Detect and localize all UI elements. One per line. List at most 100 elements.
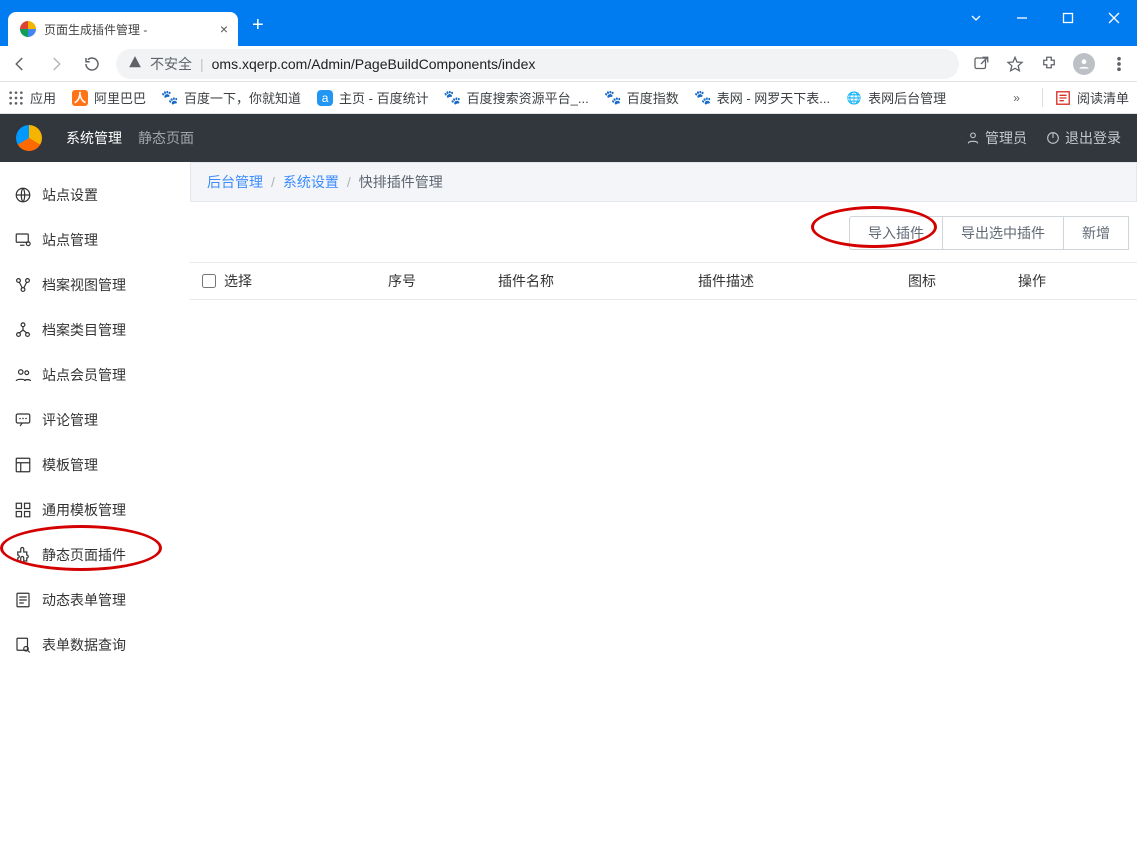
tab-close-icon[interactable]: × (220, 21, 228, 37)
profile-avatar[interactable] (1073, 53, 1095, 75)
breadcrumb-current: 快排插件管理 (359, 172, 443, 192)
header-logout-label: 退出登录 (1065, 128, 1121, 148)
app-logo[interactable] (16, 125, 42, 151)
sidebar: 站点设置 站点管理 档案视图管理 档案类目管理 站点会员管理 评论管理 模板管理 (0, 162, 190, 850)
sidebar-item-label: 表单数据查询 (42, 635, 126, 655)
sidebar-item-label: 站点管理 (42, 230, 98, 250)
th-name: 插件名称 (490, 271, 690, 291)
sidebar-item-form-data-query[interactable]: 表单数据查询 (0, 622, 190, 667)
bookmark-icon: 🌐 (846, 90, 862, 106)
sidebar-item-static-plugins[interactable]: 静态页面插件 (0, 532, 190, 577)
table-header: 选择 序号 插件名称 插件描述 图标 操作 (190, 262, 1137, 300)
header-menu-system[interactable]: 系统管理 (66, 128, 122, 148)
bookmark-item[interactable]: 🌐 表网后台管理 (846, 88, 946, 107)
maximize-icon[interactable] (1045, 0, 1091, 36)
insecure-label: 不安全 (150, 54, 192, 74)
header-menu-static[interactable]: 静态页面 (138, 128, 194, 148)
th-seq: 序号 (380, 271, 490, 291)
browser-toolbar: 不安全 | oms.xqerp.com/Admin/PageBuildCompo… (0, 46, 1137, 82)
bookmark-label: 百度指数 (627, 88, 679, 107)
sidebar-item-site-settings[interactable]: 站点设置 (0, 172, 190, 217)
header-admin-label: 管理员 (985, 128, 1027, 148)
layout-icon (14, 456, 32, 474)
tree-icon (14, 321, 32, 339)
import-plugin-button[interactable]: 导入插件 (849, 216, 943, 250)
bookmark-item[interactable]: 🐾百度指数 (605, 88, 679, 107)
breadcrumb-sep: / (347, 174, 351, 190)
form-icon (14, 591, 32, 609)
star-icon[interactable] (1005, 54, 1025, 74)
search-doc-icon (14, 636, 32, 654)
globe-icon (14, 186, 32, 204)
bookmark-item[interactable]: 🐾 百度搜索资源平台_... (445, 88, 589, 107)
select-all-checkbox[interactable] (202, 274, 216, 288)
breadcrumb-link[interactable]: 后台管理 (207, 172, 263, 192)
breadcrumb-sep: / (271, 174, 275, 190)
extensions-icon[interactable] (1039, 54, 1059, 74)
reading-list-icon (1055, 90, 1071, 106)
bookmark-apps[interactable]: 应用 (8, 88, 56, 107)
close-window-icon[interactable] (1091, 0, 1137, 36)
button-bar: 导入插件 导出选中插件 新增 (190, 202, 1137, 262)
insecure-icon (128, 55, 142, 72)
window-controls (953, 0, 1137, 36)
sidebar-item-dynamic-forms[interactable]: 动态表单管理 (0, 577, 190, 622)
power-icon (1045, 130, 1061, 146)
bookmark-label: 表网后台管理 (868, 88, 946, 107)
users-icon (14, 366, 32, 384)
th-select-label: 选择 (224, 271, 252, 291)
bookmark-item[interactable]: 🐾 百度一下，你就知道 (162, 88, 301, 107)
sidebar-item-templates[interactable]: 模板管理 (0, 442, 190, 487)
breadcrumb: 后台管理 / 系统设置 / 快排插件管理 (190, 162, 1137, 202)
sidebar-item-label: 模板管理 (42, 455, 98, 475)
sidebar-item-common-templates[interactable]: 通用模板管理 (0, 487, 190, 532)
bookmark-item[interactable]: a主页 - 百度统计 (317, 88, 429, 107)
tab-favicon (20, 21, 36, 37)
header-admin[interactable]: 管理员 (965, 128, 1027, 148)
user-icon (965, 130, 981, 146)
sidebar-item-label: 通用模板管理 (42, 500, 126, 520)
th-select: 选择 (194, 271, 260, 291)
export-selected-button[interactable]: 导出选中插件 (943, 216, 1064, 250)
reload-button[interactable] (80, 52, 104, 76)
grid-icon (14, 501, 32, 519)
browser-titlebar: 页面生成插件管理 - × + (0, 0, 1137, 46)
reading-list-label: 阅读清单 (1077, 88, 1129, 107)
minimize-icon[interactable] (999, 0, 1045, 36)
bookmark-icon: 人 (72, 90, 88, 106)
nodes-icon (14, 276, 32, 294)
bookmark-icon: 🐾 (162, 90, 178, 106)
th-op: 操作 (1010, 271, 1133, 291)
url-text: oms.xqerp.com/Admin/PageBuildComponents/… (212, 56, 947, 72)
address-bar[interactable]: 不安全 | oms.xqerp.com/Admin/PageBuildCompo… (116, 49, 959, 79)
bookmark-label: 阿里巴巴 (94, 88, 146, 107)
share-icon[interactable] (971, 54, 991, 74)
bookmark-label: 百度搜索资源平台_... (467, 88, 589, 107)
reading-list-button[interactable]: 阅读清单 (1042, 88, 1129, 107)
sidebar-item-label: 动态表单管理 (42, 590, 126, 610)
sidebar-item-archive-view[interactable]: 档案视图管理 (0, 262, 190, 307)
bookmark-icon: 🐾 (445, 90, 461, 106)
back-button[interactable] (8, 52, 32, 76)
sidebar-item-label: 静态页面插件 (42, 545, 126, 565)
bookmark-icon: 🐾 (695, 90, 711, 106)
sidebar-item-label: 档案类目管理 (42, 320, 126, 340)
new-button[interactable]: 新增 (1064, 216, 1129, 250)
header-logout[interactable]: 退出登录 (1045, 128, 1121, 148)
forward-button[interactable] (44, 52, 68, 76)
bookmark-item[interactable]: 🐾表网 - 网罗天下表... (695, 88, 830, 107)
bookmarks-overflow[interactable]: » (1007, 91, 1026, 105)
browser-tab[interactable]: 页面生成插件管理 - × (8, 12, 238, 46)
breadcrumb-link[interactable]: 系统设置 (283, 172, 339, 192)
sidebar-item-comments[interactable]: 评论管理 (0, 397, 190, 442)
sidebar-item-archive-category[interactable]: 档案类目管理 (0, 307, 190, 352)
bookmark-item[interactable]: 人阿里巴巴 (72, 88, 146, 107)
sidebar-item-site-manage[interactable]: 站点管理 (0, 217, 190, 262)
menu-icon[interactable] (1109, 54, 1129, 74)
sidebar-item-site-members[interactable]: 站点会员管理 (0, 352, 190, 397)
chevron-down-icon[interactable] (953, 0, 999, 36)
bookmark-label: 百度一下，你就知道 (184, 88, 301, 107)
new-tab-button[interactable]: + (252, 14, 264, 37)
bookmarks-bar: 应用 人阿里巴巴 🐾 百度一下，你就知道 a主页 - 百度统计 🐾 百度搜索资源平台… (0, 82, 1137, 114)
main-content: 后台管理 / 系统设置 / 快排插件管理 导入插件 导出选中插件 新增 选择 序… (190, 162, 1137, 850)
